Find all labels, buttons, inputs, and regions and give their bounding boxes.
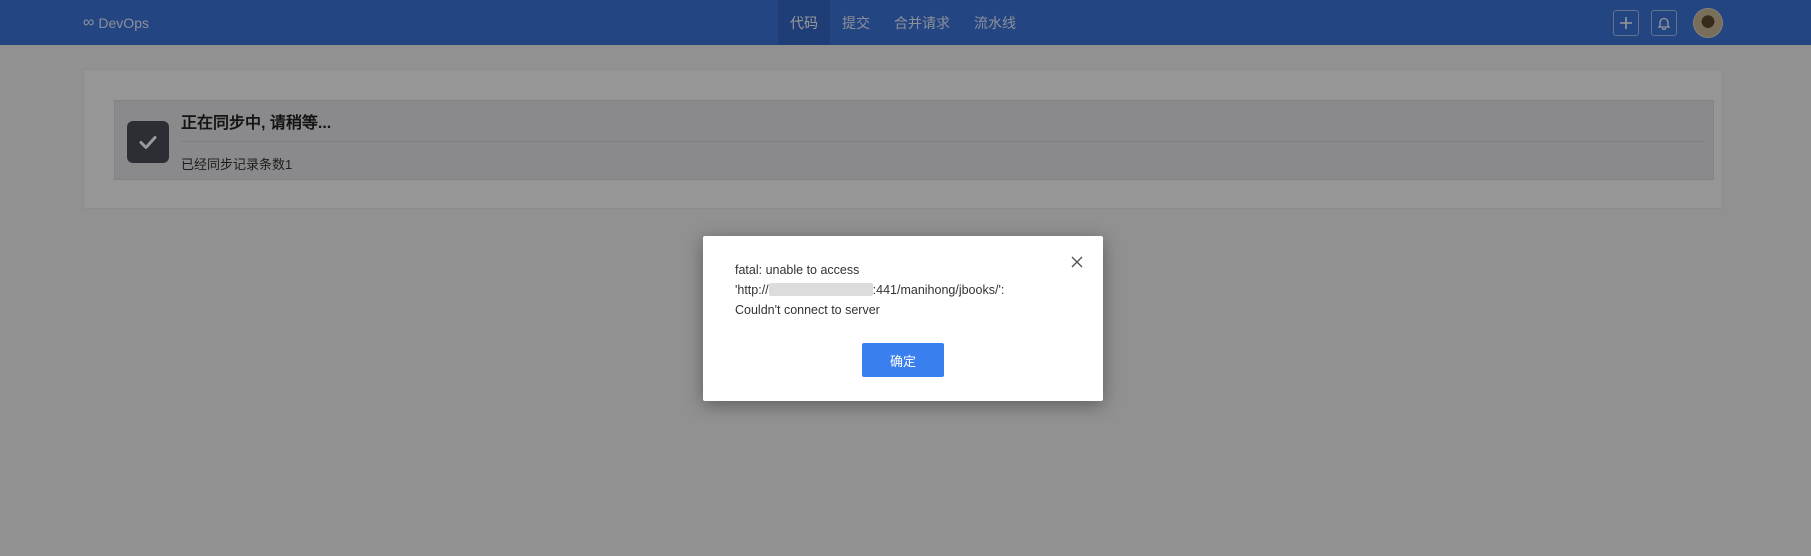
url-suffix: :441/manihong/jbooks/':	[872, 283, 1005, 297]
error-line-1: fatal: unable to access	[735, 263, 860, 277]
error-dialog: fatal: unable to access 'http:// :441/man…	[703, 236, 1103, 401]
redacted-host	[768, 283, 873, 296]
url-prefix: 'http://	[735, 283, 769, 297]
error-line-3: Couldn't connect to server	[735, 303, 880, 317]
close-icon[interactable]	[1069, 254, 1085, 270]
error-line-2: 'http:// :441/manihong/jbooks/':	[735, 280, 1065, 300]
page: ∞ DevOps 代码 提交 合并请求 流水线 正在同步中, 请稍等... 已经…	[0, 0, 1811, 556]
error-message: fatal: unable to access 'http:// :441/man…	[735, 260, 1065, 320]
confirm-button[interactable]: 确定	[862, 343, 944, 377]
